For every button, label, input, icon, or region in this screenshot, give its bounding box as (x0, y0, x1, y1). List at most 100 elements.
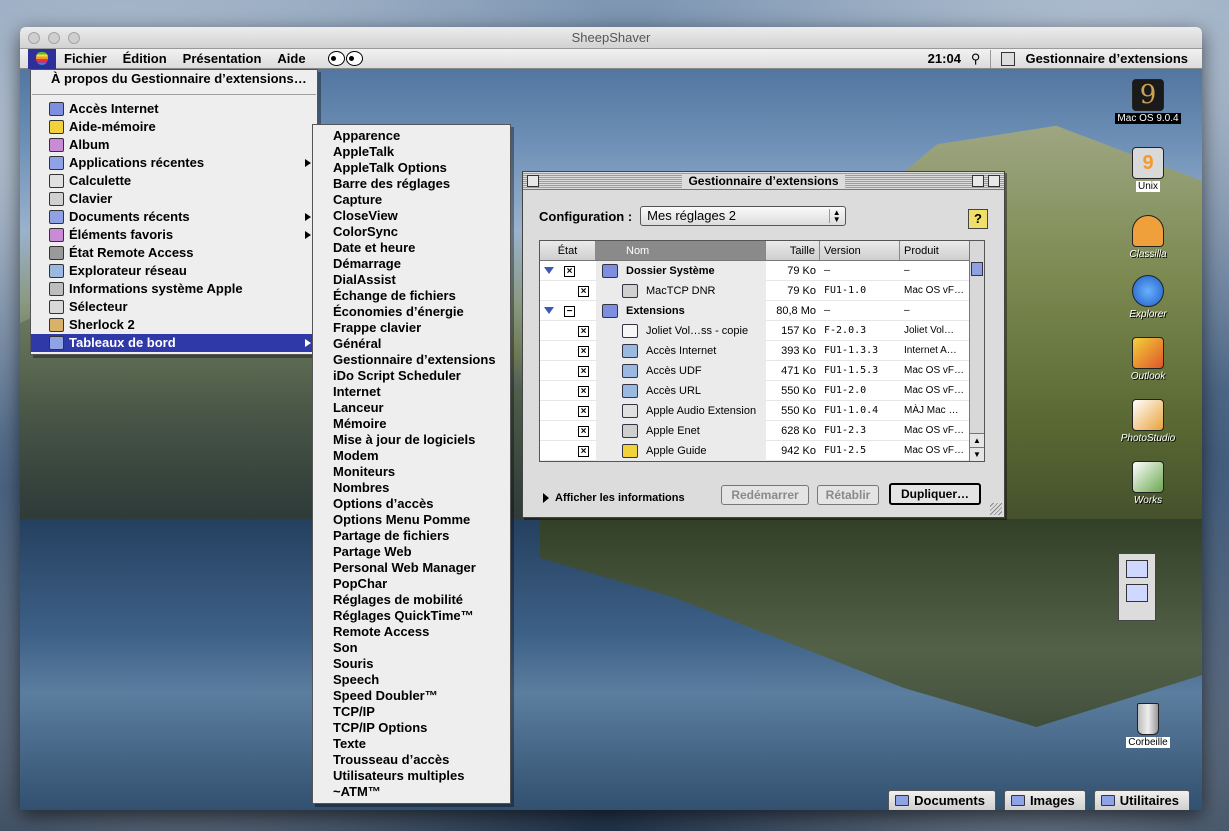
table-row[interactable]: × Joliet Vol…ss - copie 157 Ko F-2.0.3 Jolie… (540, 320, 984, 341)
restart-button[interactable]: Redémarrer (721, 485, 809, 505)
table-row[interactable]: − Extensions 80,8 Mo – – (540, 300, 984, 321)
desktop-icon-photostudio[interactable]: PhotoStudio (1108, 399, 1188, 444)
enable-checkbox[interactable]: × (578, 425, 589, 437)
desktop-icon-unix[interactable]: 9 Unix (1108, 147, 1188, 192)
submenu-item[interactable]: Partage de fichiers (313, 528, 510, 544)
enable-checkbox[interactable]: × (578, 285, 589, 297)
disclosure-triangle-icon[interactable] (544, 266, 554, 274)
submenu-item[interactable]: Réglages QuickTime™ (313, 608, 510, 624)
column-produit[interactable]: Produit (900, 241, 970, 260)
submenu-item[interactable]: Échange de fichiers (313, 288, 510, 304)
configuration-popup[interactable]: Mes réglages 2 ▲ ▼ (640, 206, 847, 226)
table-row[interactable]: × Apple Enet 628 Ko FU1-2.3 Mac OS vF… (540, 420, 984, 441)
collapse-box[interactable] (988, 175, 1000, 187)
desktop-icon-trash[interactable]: Corbeille (1108, 703, 1188, 748)
submenu-item[interactable]: Options d’accès (313, 496, 510, 512)
menu-item[interactable]: Album (31, 136, 317, 154)
submenu-item[interactable]: Apparence (313, 128, 510, 144)
submenu-item[interactable]: PopChar (313, 576, 510, 592)
submenu-item[interactable]: Date et heure (313, 240, 510, 256)
submenu-item[interactable]: Capture (313, 192, 510, 208)
application-menu[interactable]: Gestionnaire d’extensions (1025, 51, 1188, 66)
zoom-box[interactable] (972, 175, 984, 187)
table-row[interactable]: × Apple Guide 942 Ko FU1-2.5 Mac OS vF… (540, 440, 984, 461)
submenu-item[interactable]: CloseView (313, 208, 510, 224)
extension-manager-titlebar[interactable]: Gestionnaire d’extensions (523, 172, 1004, 190)
close-window-button[interactable] (28, 32, 40, 44)
desktop-icon-works[interactable]: Works (1108, 461, 1188, 506)
submenu-item[interactable]: Internet (313, 384, 510, 400)
menu-item[interactable]: Accès Internet (31, 100, 317, 118)
submenu-item[interactable]: Nombres (313, 480, 510, 496)
submenu-item[interactable]: Lanceur (313, 400, 510, 416)
desktop-icon-outlook[interactable]: Outlook (1108, 337, 1188, 382)
menu-aide[interactable]: Aide (269, 49, 313, 69)
column-etat[interactable]: État (540, 241, 596, 260)
tray-app-icon[interactable] (1126, 584, 1148, 602)
tab-utilitaires[interactable]: Utilitaires (1093, 790, 1190, 810)
desktop-icon-explorer[interactable]: Explorer (1108, 275, 1188, 320)
menu-item[interactable]: Éléments favoris (31, 226, 317, 244)
disclosure-triangle-icon[interactable] (544, 306, 554, 314)
menu-presentation[interactable]: Présentation (175, 49, 270, 69)
submenu-item[interactable]: TCP/IP (313, 704, 510, 720)
tab-images[interactable]: Images (1003, 790, 1086, 810)
duplicate-button[interactable]: Dupliquer… (889, 483, 981, 505)
enable-checkbox[interactable]: × (578, 405, 589, 417)
menu-item[interactable]: Informations système Apple (31, 280, 317, 298)
submenu-item[interactable]: Speed Doubler™ (313, 688, 510, 704)
submenu-item[interactable]: Utilisateurs multiples (313, 768, 510, 784)
submenu-item[interactable]: Personal Web Manager (313, 560, 510, 576)
table-row[interactable]: × MacTCP DNR 79 Ko FU1-1.0 Mac OS vF… (540, 280, 984, 301)
submenu-item[interactable]: AppleTalk Options (313, 160, 510, 176)
submenu-item[interactable]: Texte (313, 736, 510, 752)
menu-item[interactable]: Sélecteur (31, 298, 317, 316)
submenu-item[interactable]: Frappe clavier (313, 320, 510, 336)
table-row[interactable]: × Dossier Système 79 Ko – – (540, 260, 984, 281)
submenu-item[interactable]: Modem (313, 448, 510, 464)
launcher-tray[interactable] (1118, 553, 1156, 621)
enable-checkbox[interactable]: × (578, 445, 589, 457)
submenu-item[interactable]: Barre des réglages (313, 176, 510, 192)
table-row[interactable]: × Accès UDF 471 Ko FU1-1.5.3 Mac OS vF… (540, 360, 984, 381)
menubar-clock[interactable]: 21:04 (928, 51, 961, 66)
submenu-item[interactable]: Son (313, 640, 510, 656)
submenu-item[interactable]: TCP/IP Options (313, 720, 510, 736)
submenu-item[interactable]: Trousseau d’accès (313, 752, 510, 768)
submenu-item[interactable]: Gestionnaire d’extensions (313, 352, 510, 368)
menu-item[interactable]: Clavier (31, 190, 317, 208)
zoom-window-button[interactable] (68, 32, 80, 44)
enable-checkbox[interactable]: − (564, 305, 575, 317)
menu-item[interactable]: Sherlock 2 (31, 316, 317, 334)
menu-item[interactable]: Calculette (31, 172, 317, 190)
menu-edition[interactable]: Édition (115, 49, 175, 69)
submenu-item[interactable]: Speech (313, 672, 510, 688)
scroll-up-arrow-icon[interactable]: ▲ (970, 433, 984, 447)
submenu-item[interactable]: ~ATM™ (313, 784, 510, 800)
table-row[interactable]: × Apple Audio Extension 550 Ko FU1-1.0.4 MÀJ… (540, 400, 984, 421)
enable-checkbox[interactable]: × (578, 345, 589, 357)
enable-checkbox[interactable]: × (578, 385, 589, 397)
menu-item[interactable]: Tableaux de bord (31, 334, 317, 352)
sync-icon[interactable]: ⚲ (971, 51, 981, 67)
list-scrollbar[interactable]: ▲ ▼ (969, 241, 984, 461)
show-info-toggle[interactable]: Afficher les informations (543, 492, 685, 504)
desktop-icon-macos[interactable]: 9 Mac OS 9.0.4 (1108, 79, 1188, 124)
tab-documents[interactable]: Documents (888, 790, 996, 810)
submenu-item[interactable]: iDo Script Scheduler (313, 368, 510, 384)
scroll-down-arrow-icon[interactable]: ▼ (970, 447, 984, 461)
submenu-item[interactable]: Démarrage (313, 256, 510, 272)
submenu-item[interactable]: Général (313, 336, 510, 352)
menu-fichier[interactable]: Fichier (56, 49, 115, 69)
submenu-item[interactable]: Mémoire (313, 416, 510, 432)
desktop-icon-classilla[interactable]: Classilla (1108, 215, 1188, 260)
column-version[interactable]: Version (820, 241, 900, 260)
resize-grip[interactable] (990, 503, 1002, 515)
menu-item[interactable]: Documents récents (31, 208, 317, 226)
apple-menu[interactable] (28, 48, 56, 69)
submenu-item[interactable]: Remote Access (313, 624, 510, 640)
menu-item[interactable]: Applications récentes (31, 154, 317, 172)
scroll-thumb[interactable] (971, 262, 983, 276)
submenu-item[interactable]: ColorSync (313, 224, 510, 240)
enable-checkbox[interactable]: × (578, 365, 589, 377)
